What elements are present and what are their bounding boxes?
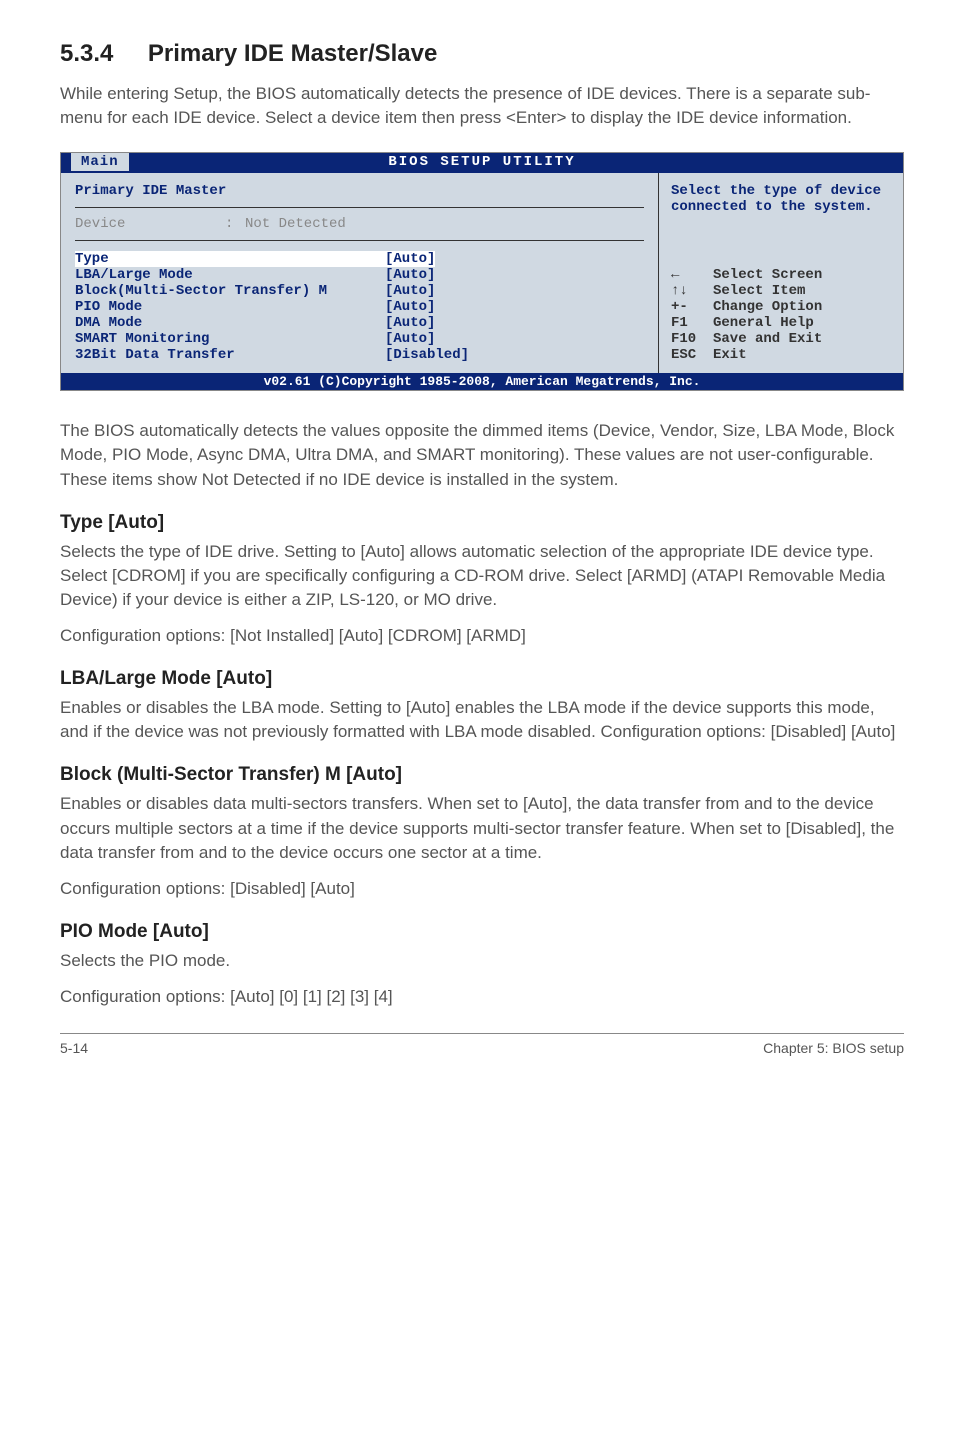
bios-titlebar: Main BIOS SETUP UTILITY	[61, 153, 903, 173]
bios-title: BIOS SETUP UTILITY	[388, 154, 575, 170]
bios-option-value: [Auto]	[385, 251, 435, 267]
bios-option-row[interactable]: PIO Mode[Auto]	[75, 299, 644, 315]
bios-device-sep: :	[225, 216, 245, 232]
section-title: Primary IDE Master/Slave	[148, 40, 438, 68]
bios-help-desc: Save and Exit	[713, 331, 822, 347]
bios-panel-header: Primary IDE Master	[75, 183, 644, 208]
subsection-heading: PIO Mode [Auto]	[60, 921, 904, 943]
subsection-paragraph: Configuration options: [Disabled] [Auto]	[60, 877, 904, 901]
bios-option-label: DMA Mode	[75, 315, 385, 331]
bios-help-desc: Change Option	[713, 299, 822, 315]
bios-option-value: [Disabled]	[385, 347, 469, 363]
bios-help-line: ←Select Screen	[671, 267, 891, 283]
bios-help-line: ESCExit	[671, 347, 891, 363]
bios-help-key: ESC	[671, 347, 713, 363]
bios-help-key: ←	[671, 267, 713, 283]
section-number: 5.3.4	[60, 40, 113, 68]
bios-device-label: Device	[75, 216, 225, 232]
bios-help-desc: Select Screen	[713, 267, 822, 283]
bios-option-row[interactable]: LBA/Large Mode[Auto]	[75, 267, 644, 283]
subsection-paragraph: Configuration options: [Auto] [0] [1] [2…	[60, 985, 904, 1009]
bios-device-row: Device : Not Detected	[75, 216, 644, 241]
section-heading: 5.3.4 Primary IDE Master/Slave	[60, 40, 904, 68]
bios-help-key: F10	[671, 331, 713, 347]
page-number: 5-14	[60, 1040, 88, 1056]
bios-screenshot: Main BIOS SETUP UTILITY Primary IDE Mast…	[60, 152, 904, 391]
subsection-paragraph: Selects the type of IDE drive. Setting t…	[60, 540, 904, 612]
bios-help-line: F10Save and Exit	[671, 331, 891, 347]
bios-option-label: Block(Multi-Sector Transfer) M	[75, 283, 385, 299]
bios-footer: v02.61 (C)Copyright 1985-2008, American …	[61, 373, 903, 390]
bios-option-row[interactable]: Type[Auto]	[75, 251, 644, 267]
subsection-paragraph: Selects the PIO mode.	[60, 949, 904, 973]
bios-help-key: F1	[671, 315, 713, 331]
chapter-label: Chapter 5: BIOS setup	[763, 1040, 904, 1056]
bios-help-text: Select the type of device connected to t…	[671, 183, 891, 215]
bios-right-panel: Select the type of device connected to t…	[658, 173, 903, 373]
bios-help-keys: ←Select Screen↑↓Select Item+-Change Opti…	[671, 267, 891, 363]
bios-option-value: [Auto]	[385, 283, 435, 299]
subsection-heading: LBA/Large Mode [Auto]	[60, 668, 904, 690]
after-bios-paragraph: The BIOS automatically detects the value…	[60, 419, 904, 491]
bios-option-value: [Auto]	[385, 331, 435, 347]
bios-help-line: +-Change Option	[671, 299, 891, 315]
bios-help-key: +-	[671, 299, 713, 315]
bios-option-row[interactable]: 32Bit Data Transfer[Disabled]	[75, 347, 644, 363]
bios-left-panel: Primary IDE Master Device : Not Detected…	[61, 173, 658, 373]
bios-help-desc: General Help	[713, 315, 814, 331]
bios-option-row[interactable]: Block(Multi-Sector Transfer) M[Auto]	[75, 283, 644, 299]
bios-option-label: 32Bit Data Transfer	[75, 347, 385, 363]
bios-help-desc: Select Item	[713, 283, 805, 299]
bios-tab-main[interactable]: Main	[71, 153, 129, 171]
bios-option-value: [Auto]	[385, 267, 435, 283]
bios-option-value: [Auto]	[385, 315, 435, 331]
page-footer: 5-14 Chapter 5: BIOS setup	[60, 1033, 904, 1056]
subsection-heading: Type [Auto]	[60, 512, 904, 534]
bios-help-line: ↑↓Select Item	[671, 283, 891, 299]
subsection-paragraph: Enables or disables the LBA mode. Settin…	[60, 696, 904, 744]
section-intro: While entering Setup, the BIOS automatic…	[60, 82, 904, 130]
bios-help-line: F1General Help	[671, 315, 891, 331]
bios-option-row[interactable]: SMART Monitoring[Auto]	[75, 331, 644, 347]
bios-option-label: PIO Mode	[75, 299, 385, 315]
bios-option-value: [Auto]	[385, 299, 435, 315]
subsection-paragraph: Enables or disables data multi-sectors t…	[60, 792, 904, 864]
subsection-heading: Block (Multi-Sector Transfer) M [Auto]	[60, 764, 904, 786]
bios-device-value: Not Detected	[245, 216, 346, 232]
bios-help-desc: Exit	[713, 347, 747, 363]
bios-option-label: SMART Monitoring	[75, 331, 385, 347]
bios-option-row[interactable]: DMA Mode[Auto]	[75, 315, 644, 331]
bios-help-key: ↑↓	[671, 283, 713, 299]
bios-option-label: LBA/Large Mode	[75, 267, 385, 283]
bios-option-label: Type	[75, 251, 385, 267]
subsection-paragraph: Configuration options: [Not Installed] […	[60, 624, 904, 648]
